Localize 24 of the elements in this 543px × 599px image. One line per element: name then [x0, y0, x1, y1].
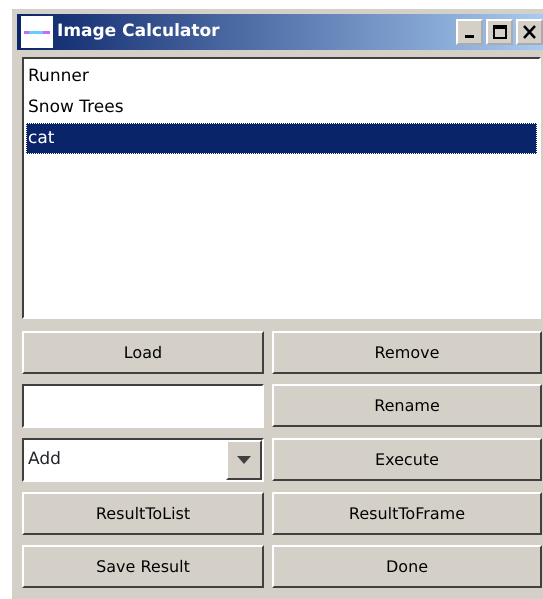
action-button[interactable]: ResultToList	[22, 492, 264, 535]
close-button[interactable]	[516, 19, 543, 45]
caret-icon	[237, 456, 251, 464]
action-button[interactable]: Rename	[272, 384, 542, 427]
action-button[interactable]: Save Result	[22, 545, 264, 588]
list-item[interactable]: cat	[26, 123, 537, 154]
app-icon	[21, 16, 53, 48]
action-button[interactable]: Load	[22, 331, 264, 374]
name-field[interactable]	[22, 384, 264, 428]
action-button[interactable]: Done	[272, 545, 542, 588]
list-item[interactable]: Runner	[26, 61, 537, 92]
minimize-icon	[465, 35, 474, 38]
maximize-icon	[492, 24, 507, 40]
dropdown-arrow-button[interactable]	[226, 440, 262, 480]
action-button[interactable]: ResultToFrame	[272, 492, 542, 535]
dropdown-value: Add	[27, 448, 62, 472]
operation-dropdown[interactable]: Add	[22, 438, 264, 482]
minimize-button[interactable]	[456, 19, 483, 45]
action-button[interactable]: Remove	[272, 331, 542, 374]
close-icon	[522, 24, 537, 40]
window-title: Image Calculator	[57, 20, 220, 44]
action-button[interactable]: Execute	[272, 438, 542, 481]
maximize-button[interactable]	[486, 19, 513, 45]
list-item[interactable]: Snow Trees	[26, 92, 537, 123]
